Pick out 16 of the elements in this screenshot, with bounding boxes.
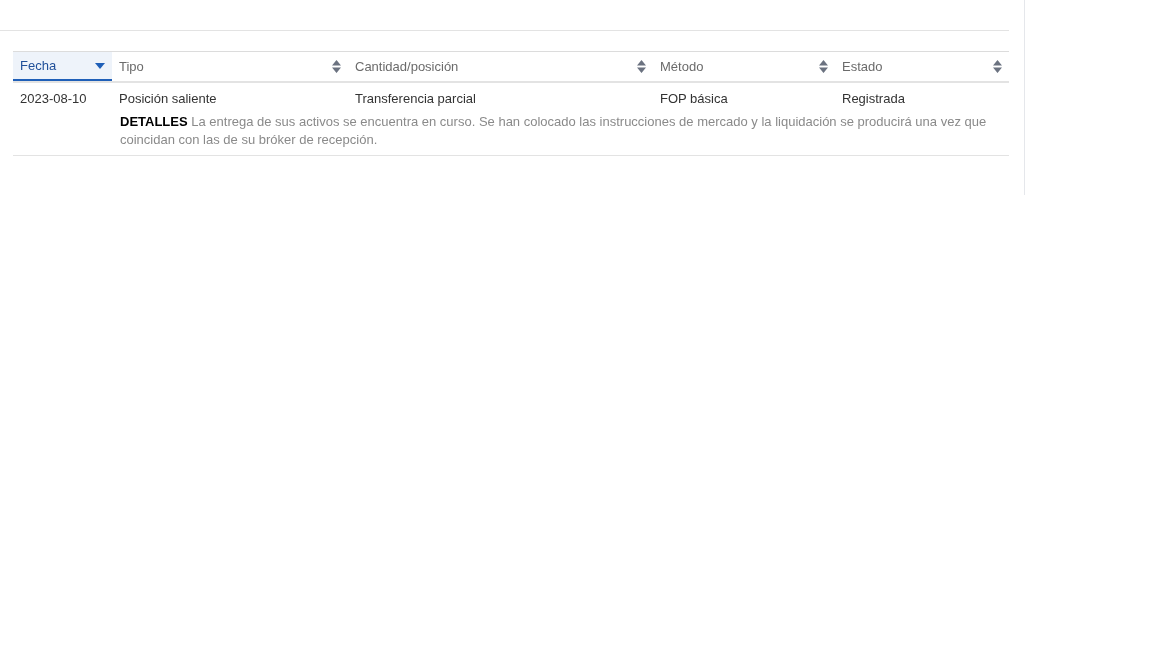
table-cell-text: FOP básica — [659, 90, 729, 108]
column-header[interactable]: Método — [653, 52, 835, 81]
sort-icon — [819, 60, 828, 73]
sort-icon — [332, 60, 341, 73]
table-cell-text: Posición saliente — [118, 90, 218, 108]
sort-icon — [993, 60, 1002, 73]
table-cell-text: Transferencia parcial — [354, 90, 477, 108]
table-cell-text: Registrada — [841, 90, 906, 108]
column-header[interactable]: Estado — [835, 52, 1009, 81]
column-header[interactable]: Tipo — [112, 52, 348, 81]
sort-down-icon — [95, 62, 105, 69]
column-header[interactable]: Fecha — [13, 52, 112, 81]
details-text: DETALLES La entrega de sus activos se encuentra en curso. Se han colocado las instrucciones de mercado y la liquidación se producirá una vez que coincidan con las de su bróker de recepción. — [120, 112, 988, 149]
sort-icon — [637, 60, 646, 73]
table-cell-text: 2023-08-10 — [19, 90, 88, 108]
column-header[interactable]: Cantidad/posición — [348, 52, 653, 81]
